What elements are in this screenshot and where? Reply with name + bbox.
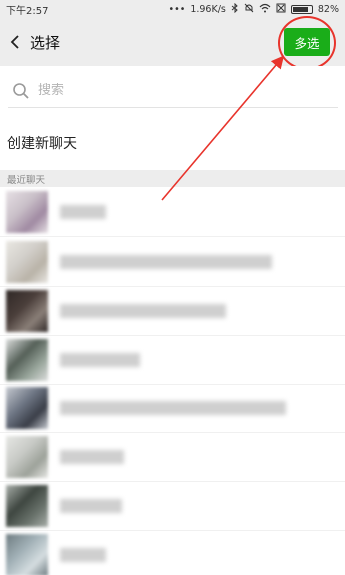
avatar xyxy=(6,290,48,332)
create-new-chat[interactable]: 创建新聊天 xyxy=(0,118,345,168)
avatar xyxy=(6,485,48,527)
avatar xyxy=(6,241,48,283)
more-dots: ••• xyxy=(168,3,186,15)
recent-chats-header: 最近聊天 xyxy=(0,170,345,187)
back-button[interactable] xyxy=(2,18,28,66)
contact-name-pixelated xyxy=(60,450,124,464)
list-item[interactable] xyxy=(0,481,345,531)
chevron-left-icon xyxy=(10,35,19,49)
contact-name-pixelated xyxy=(60,548,106,562)
contact-name-pixelated xyxy=(60,255,272,269)
list-item[interactable] xyxy=(0,432,345,482)
sim-off-icon xyxy=(276,3,286,16)
status-time: 下午2:57 xyxy=(6,5,49,17)
list-item[interactable] xyxy=(0,286,345,336)
battery-level xyxy=(292,6,308,12)
battery-icon xyxy=(290,4,313,14)
status-indicators: ••• 1.96K/s 82% xyxy=(168,2,339,16)
search-area xyxy=(0,66,345,116)
search-bar[interactable] xyxy=(8,74,338,108)
bluetooth-icon xyxy=(231,2,239,16)
list-item[interactable] xyxy=(0,237,345,287)
contact-name-pixelated xyxy=(60,304,226,318)
avatar xyxy=(6,436,48,478)
contact-name-pixelated xyxy=(60,205,106,219)
search-icon xyxy=(13,82,29,99)
nav-bar: 选择 多选 xyxy=(0,18,345,66)
avatar xyxy=(6,534,48,575)
mute-bell-icon xyxy=(244,3,254,16)
list-item[interactable] xyxy=(0,187,345,237)
contact-name-pixelated xyxy=(60,401,286,415)
network-speed: 1.96K/s xyxy=(190,3,226,15)
avatar xyxy=(6,191,48,233)
wifi-icon xyxy=(259,3,271,16)
contact-name-pixelated xyxy=(60,499,122,513)
search-input[interactable] xyxy=(38,83,298,98)
battery-percent: 82% xyxy=(317,3,339,15)
list-item[interactable] xyxy=(0,530,345,575)
page-title: 选择 xyxy=(30,33,61,52)
list-item[interactable] xyxy=(0,383,345,433)
contact-name-pixelated xyxy=(60,353,140,367)
status-bar: 下午2:57 ••• 1.96K/s 82% xyxy=(0,0,345,18)
multi-select-button[interactable]: 多选 xyxy=(284,28,330,56)
avatar xyxy=(6,339,48,381)
list-item[interactable] xyxy=(0,335,345,385)
avatar xyxy=(6,387,48,429)
